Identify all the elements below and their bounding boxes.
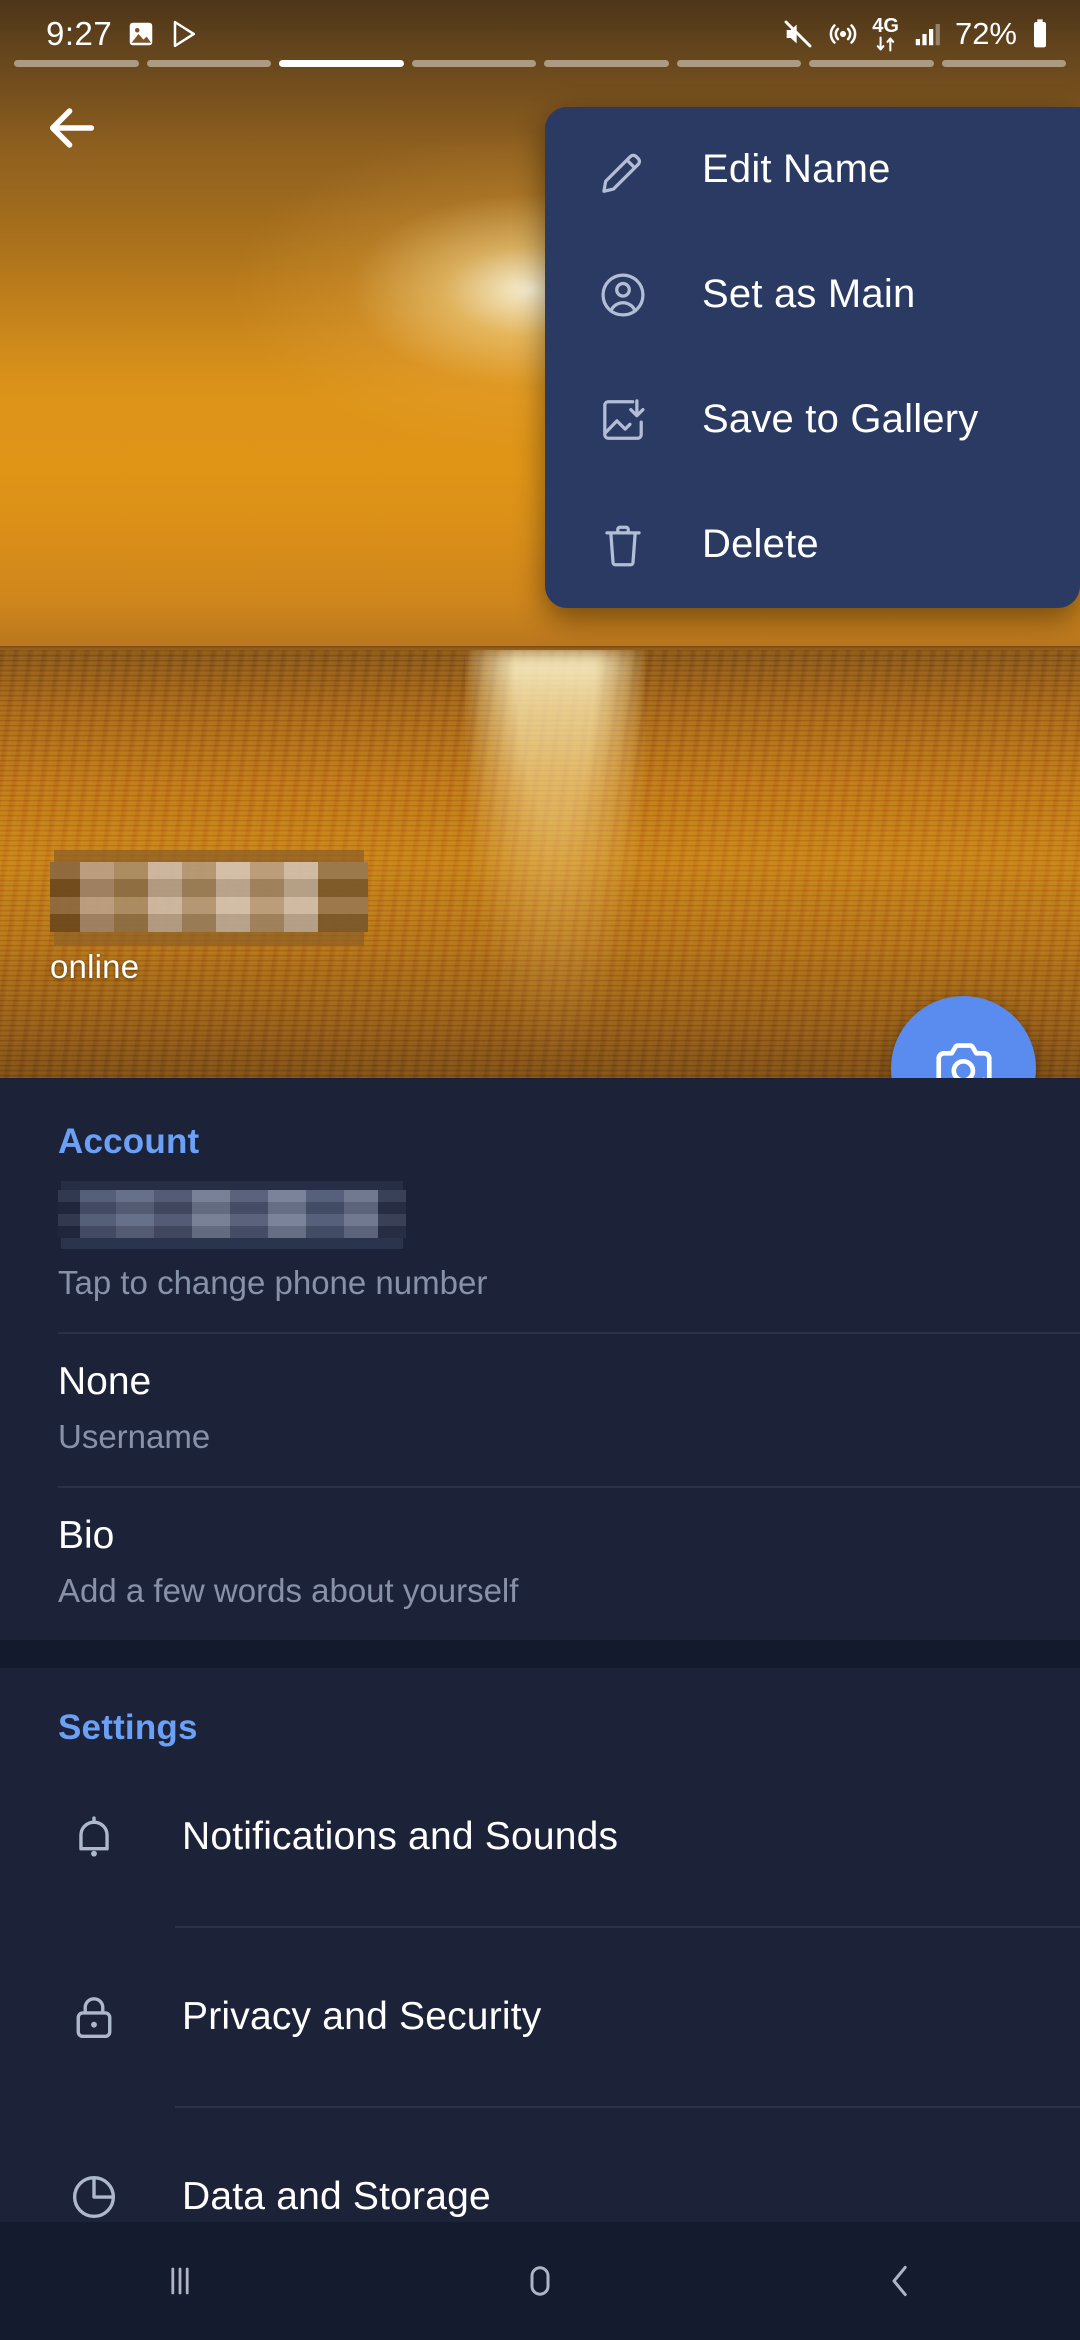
menu-item-delete[interactable]: Delete [545, 482, 1080, 607]
phone-screen: 9:27 4G 72% Edit Name Set as Main Save t… [0, 0, 1080, 2340]
menu-item-save-to-gallery[interactable]: Save to Gallery [545, 357, 1080, 482]
settings-row-privacy[interactable]: Privacy and Security [0, 1928, 1080, 2106]
pie-chart-icon [58, 2170, 130, 2224]
network-label: 4G [872, 15, 899, 37]
photo-pager-segment[interactable] [14, 60, 139, 67]
pencil-icon [597, 144, 655, 196]
signal-bars-icon [915, 24, 940, 46]
menu-item-set-as-main[interactable]: Set as Main [545, 232, 1080, 357]
status-bar-left: 9:27 [46, 15, 200, 53]
photo-icon [129, 22, 153, 46]
back-chevron-icon [892, 2265, 907, 2297]
arrow-left-icon [49, 108, 95, 148]
photo-pager-segment[interactable] [146, 60, 271, 67]
account-row-phone[interactable]: Tap to change phone number [0, 1190, 1080, 1332]
status-bar: 9:27 4G 72% [0, 0, 1080, 68]
photo-pager-segment[interactable] [809, 60, 934, 67]
image-download-icon [597, 394, 655, 446]
settings-row-label: Data and Storage [182, 2175, 491, 2218]
account-row-sub: Add a few words about yourself [58, 1572, 519, 1609]
section-gap [0, 1640, 1080, 1668]
back-button[interactable] [22, 78, 122, 178]
nav-back-button[interactable] [800, 2222, 1000, 2340]
status-clock: 9:27 [46, 15, 113, 52]
battery-icon [1034, 19, 1046, 48]
settings-row-label: Privacy and Security [182, 1995, 542, 2038]
settings-panel: Settings Notifications and Sounds Privac… [0, 1668, 1080, 2288]
network-4g-icon: 4G [872, 16, 899, 52]
account-row-sub: Username [58, 1418, 211, 1455]
trash-icon [597, 519, 655, 571]
settings-row-label: Notifications and Sounds [182, 1815, 619, 1858]
account-row-bio[interactable]: Bio Add a few words about yourself [0, 1488, 1080, 1640]
settings-section-title: Settings [58, 1708, 198, 1747]
photo-pager-segment-active[interactable] [279, 60, 404, 67]
photo-pager-segment[interactable] [411, 60, 536, 67]
hotspot-icon [829, 24, 857, 44]
status-bar-right: 4G 72% [782, 16, 1050, 52]
user-circle-icon [597, 269, 655, 321]
account-section-title: Account [58, 1122, 200, 1161]
battery-percent-label: 72% [954, 16, 1017, 51]
nav-home-button[interactable] [440, 2222, 640, 2340]
photo-pager[interactable] [14, 60, 1066, 68]
lock-icon [58, 1990, 130, 2044]
menu-item-edit-name[interactable]: Edit Name [545, 107, 1080, 232]
account-row-username[interactable]: None Username [0, 1334, 1080, 1486]
account-row-value: Bio [58, 1514, 115, 1557]
data-arrows-icon [876, 36, 894, 52]
menu-item-label: Save to Gallery [702, 397, 979, 441]
photo-pager-segment[interactable] [676, 60, 801, 67]
bell-icon [58, 1810, 130, 1864]
profile-identity: online [50, 862, 368, 986]
home-icon [530, 2266, 550, 2296]
settings-row-notifications[interactable]: Notifications and Sounds [0, 1748, 1080, 1926]
mute-icon [784, 20, 812, 48]
menu-item-label: Edit Name [702, 147, 891, 191]
account-row-sub: Tap to change phone number [58, 1264, 488, 1301]
photo-context-menu[interactable]: Edit Name Set as Main Save to Gallery De… [545, 107, 1080, 608]
settings-content: Account Tap to change phone number None … [0, 1078, 1080, 2340]
menu-item-label: Delete [702, 522, 819, 566]
menu-item-label: Set as Main [702, 272, 916, 316]
phone-number-redacted [58, 1190, 406, 1238]
profile-status-label: online [50, 948, 140, 985]
play-store-icon [173, 20, 196, 48]
account-panel: Account Tap to change phone number None … [0, 1078, 1080, 1640]
account-row-value: None [58, 1360, 152, 1403]
recents-icon [171, 2267, 189, 2295]
photo-pager-segment[interactable] [941, 60, 1066, 67]
nav-recents-button[interactable] [80, 2222, 280, 2340]
photo-pager-segment[interactable] [544, 60, 669, 67]
profile-name-redacted [50, 862, 368, 932]
system-navigation-bar [0, 2222, 1080, 2340]
